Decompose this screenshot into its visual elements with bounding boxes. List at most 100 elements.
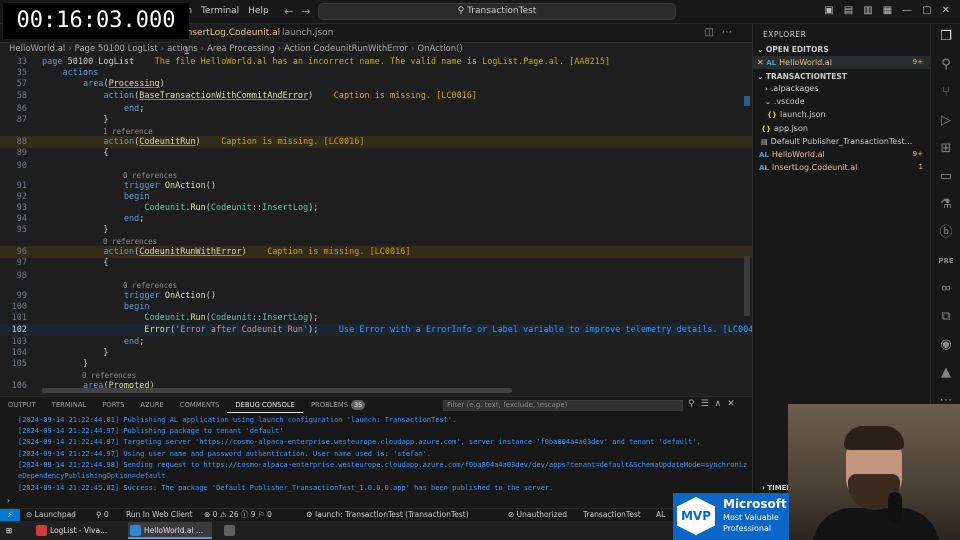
- horizontal-scrollbar[interactable]: [42, 388, 512, 393]
- breadcrumb-file[interactable]: HelloWorld.al: [9, 44, 65, 54]
- codelens-reference[interactable]: 1 reference: [103, 127, 153, 137]
- language-mode[interactable]: AL: [656, 509, 665, 521]
- codelens-reference[interactable]: 0 references: [123, 281, 177, 291]
- run-debug-icon[interactable]: ▷: [937, 112, 955, 130]
- start-icon[interactable]: ⊞: [6, 521, 12, 540]
- code-editor[interactable]: 33 page 50100 LogList The file HelloWorld…: [0, 56, 752, 396]
- ports-item[interactable]: ⚲ 0: [96, 509, 109, 521]
- pre-icon[interactable]: PRE: [937, 252, 955, 270]
- task-browser[interactable]: LogList - Viva...: [34, 522, 126, 539]
- file-tree-item[interactable]: {} app.json: [753, 122, 931, 135]
- file-tree-item[interactable]: ⌄ .vscode: [753, 95, 931, 108]
- code-line[interactable]: 97 {: [0, 257, 752, 269]
- code-line[interactable]: 105 }: [0, 358, 752, 370]
- debug-filter-input[interactable]: Filter (e.g. text, !exclude, \escape): [443, 400, 683, 411]
- sidebar-toggle-icon[interactable]: ▥: [863, 5, 872, 16]
- project-status[interactable]: TransactionTest: [583, 509, 641, 521]
- panel-tab-output[interactable]: OUTPUT: [0, 397, 44, 413]
- infinity-icon[interactable]: ∞: [937, 280, 955, 298]
- file-tree-label: Default Publisher_TransactionTest...: [770, 137, 913, 146]
- breadcrumb-trigger[interactable]: OnAction(): [417, 44, 462, 54]
- extensions-icon[interactable]: ⊞: [937, 140, 955, 158]
- code-line[interactable]: 98: [0, 270, 752, 282]
- file-tree-item[interactable]: › .alpackages: [753, 82, 931, 95]
- close-icon[interactable]: ✕: [757, 58, 764, 67]
- task-explorer[interactable]: [222, 522, 244, 539]
- file-tree-item[interactable]: {} launch.json: [753, 108, 931, 121]
- file-tree-label: .alpackages: [770, 84, 819, 93]
- nav-arrows[interactable]: ←→: [284, 5, 318, 18]
- panel-tab-debug-console[interactable]: DEBUG CONSOLE: [227, 397, 303, 413]
- line-number: 87: [16, 115, 27, 125]
- file-tree-item[interactable]: ▤ Default Publisher_TransactionTest...: [753, 135, 931, 148]
- maximize-icon[interactable]: ▢: [922, 5, 931, 16]
- task-vscode[interactable]: HelloWorld.al ...: [128, 522, 212, 539]
- problems-summary[interactable]: ⊗ 0 ⚠ 26 ⓘ 9 ⚐ 0: [204, 509, 272, 521]
- tab-insertlog-codeunit[interactable]: InsertLog.Codeunit.al 1: [178, 24, 280, 57]
- file-tree-label: HelloWorld.al: [771, 150, 825, 159]
- inline-diagnostic: Use Error with a ErrorInfo or Label vari…: [318, 325, 752, 335]
- launchpad-item[interactable]: ⊙ Launchpad: [26, 509, 76, 521]
- source-control-icon[interactable]: ⑂: [937, 84, 955, 102]
- search-icon[interactable]: ⚲: [937, 56, 955, 74]
- code-line[interactable]: 57 area(Processing): [0, 78, 752, 90]
- project-section[interactable]: ⌄ TRANSACTIONTEST: [757, 72, 847, 81]
- panel-tab-terminal[interactable]: TERMINAL: [44, 397, 95, 413]
- github-icon[interactable]: ◉: [937, 336, 955, 354]
- command-center[interactable]: ⚲ TransactionTest: [318, 3, 676, 20]
- codelens-reference[interactable]: 0 references: [82, 371, 136, 381]
- panel-toggle-icon[interactable]: ▤: [844, 5, 853, 16]
- mvp-line1: Microsoft: [723, 497, 787, 511]
- testing-icon[interactable]: ⚗: [937, 196, 955, 214]
- group-icon[interactable]: ⧉: [937, 308, 955, 326]
- codelens-reference[interactable]: 0 references: [123, 171, 177, 181]
- open-editors-section[interactable]: ⌄ OPEN EDITORS: [757, 45, 829, 54]
- code-line[interactable]: 101 Codeunit.Run(Codeunit::InsertLog);: [0, 312, 752, 324]
- code-line[interactable]: 89 {: [0, 147, 752, 159]
- run-web-client[interactable]: Run In Web Client: [126, 509, 193, 521]
- remote-explorer-icon[interactable]: ▭: [937, 168, 955, 186]
- bottom-panel: OUTPUT TERMINAL PORTS AZURE COMMENTS DEBUG CO…: [0, 396, 752, 510]
- auth-status[interactable]: ⊘ Unauthorized: [508, 509, 567, 521]
- editor-actions[interactable]: ◫⋯: [705, 27, 740, 38]
- explorer-icon[interactable]: ❐: [937, 28, 955, 46]
- azure-icon[interactable]: ▲: [937, 364, 955, 382]
- al-explorer-icon[interactable]: ⓑ: [937, 224, 955, 242]
- panel-tab-azure[interactable]: AZURE: [132, 397, 171, 413]
- customize-layout-icon[interactable]: ▦: [883, 5, 892, 16]
- layout-icon[interactable]: ▣: [824, 5, 833, 16]
- codelens-reference[interactable]: 0 references: [103, 237, 157, 247]
- breadcrumb-area[interactable]: Area Processing: [207, 44, 275, 54]
- video-timestamp: 00:16:03.000: [3, 3, 189, 39]
- log-line: [2024-09-14 21:22:44.97] Targeting serve…: [18, 438, 701, 446]
- inline-diagnostic: Caption is missing. [LC0016]: [200, 137, 365, 147]
- panel-tab-ports[interactable]: PORTS: [94, 397, 132, 413]
- panel-tab-comments[interactable]: COMMENTS: [172, 397, 228, 413]
- log-line: [2024-09-14 21:22:44.98] Sending request…: [18, 461, 748, 469]
- minimize-icon[interactable]: —: [902, 5, 912, 16]
- panel-actions[interactable]: ⚲☰∧✕: [688, 399, 741, 409]
- breadcrumb-action[interactable]: Action CodeunitRunWithError: [284, 44, 408, 54]
- breadcrumb-page[interactable]: Page 50100 LogList: [75, 44, 158, 54]
- code-line[interactable]: 102 Error('Error after Codeunit Run'); U…: [0, 324, 752, 336]
- menu-item[interactable]: Help: [248, 6, 269, 16]
- code-line[interactable]: 90: [0, 160, 752, 172]
- code-line[interactable]: 87 }: [0, 114, 752, 126]
- close-icon[interactable]: ✕: [942, 5, 950, 16]
- code-text: Codeunit.Run(Codeunit::InsertLog);: [144, 313, 319, 323]
- open-editor-helloworld[interactable]: ✕ AL HelloWorld.al 9+: [753, 56, 931, 69]
- breadcrumb-actions[interactable]: actions: [167, 44, 198, 54]
- file-tree-item[interactable]: AL InsertLog.Codeunit.al 1: [753, 161, 931, 174]
- code-line[interactable]: 58 action(BaseTransactionWithCommitAndEr…: [0, 90, 752, 102]
- code-text: {: [42, 148, 109, 158]
- menu-item[interactable]: Terminal: [201, 6, 239, 16]
- problems-count-badge: 35: [351, 400, 366, 410]
- panel-tab-problems[interactable]: PROBLEMS 35: [303, 397, 373, 413]
- launch-config[interactable]: ⚙ launch: TransactionTest (TransactionTe…: [306, 509, 469, 521]
- console-prompt[interactable]: ›: [0, 496, 752, 508]
- minimap[interactable]: [742, 56, 752, 396]
- json-file-icon: {}: [767, 111, 777, 119]
- tab-launch-json[interactable]: launch.json: [276, 24, 346, 43]
- code-line[interactable]: 95 }: [0, 224, 752, 236]
- file-tree-item[interactable]: AL HelloWorld.al 9+: [753, 148, 931, 161]
